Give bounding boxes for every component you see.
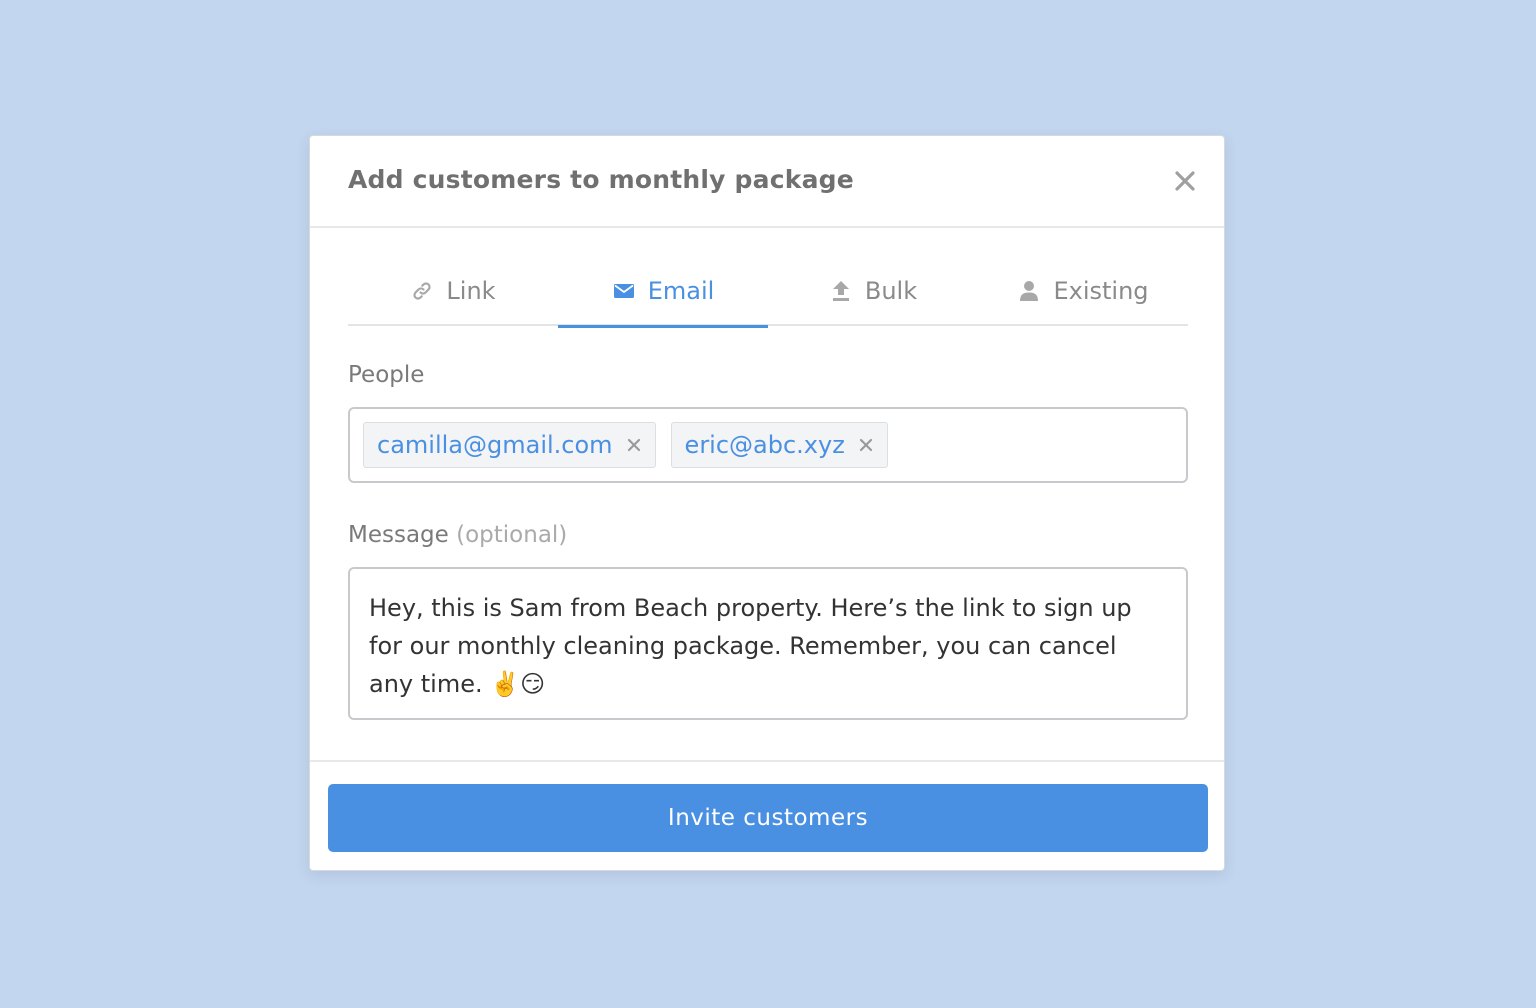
close-icon[interactable] <box>1172 168 1198 194</box>
invite-customers-button[interactable]: Invite customers <box>328 784 1208 852</box>
message-label: Message (optional) <box>348 522 567 548</box>
footer-divider <box>310 760 1224 762</box>
message-textarea[interactable]: Hey, this is Sam from Beach property. He… <box>348 567 1188 720</box>
dialog-title: Add customers to monthly package <box>348 165 854 194</box>
tab-email-label: Email <box>647 277 715 305</box>
person-icon <box>1017 279 1041 303</box>
email-chip[interactable]: eric@abc.xyz <box>670 422 888 468</box>
optional-hint: (optional) <box>456 522 568 548</box>
dialog-header: Add customers to monthly package <box>310 136 1224 228</box>
envelope-icon <box>612 279 636 303</box>
chip-email: eric@abc.xyz <box>684 431 845 459</box>
link-icon <box>410 279 434 303</box>
tab-email[interactable]: Email <box>558 256 768 328</box>
chip-email: camilla@gmail.com <box>377 431 613 459</box>
email-chip[interactable]: camilla@gmail.com <box>363 422 656 468</box>
remove-chip-icon[interactable] <box>627 438 641 452</box>
tab-bulk-label: Bulk <box>864 277 918 305</box>
tab-link-label: Link <box>446 277 496 305</box>
people-label: People <box>348 362 425 388</box>
upload-icon <box>829 279 853 303</box>
invite-method-tabs: Link Email Bulk Existing <box>348 256 1188 328</box>
people-input[interactable]: camilla@gmail.com eric@abc.xyz <box>348 407 1188 483</box>
tab-link[interactable]: Link <box>348 256 558 326</box>
tab-bulk[interactable]: Bulk <box>768 256 978 326</box>
tab-existing-label: Existing <box>1053 277 1149 305</box>
add-customers-dialog: Add customers to monthly package Link Em… <box>309 135 1225 871</box>
tab-existing[interactable]: Existing <box>978 256 1188 326</box>
remove-chip-icon[interactable] <box>859 438 873 452</box>
message-label-text: Message <box>348 522 449 548</box>
